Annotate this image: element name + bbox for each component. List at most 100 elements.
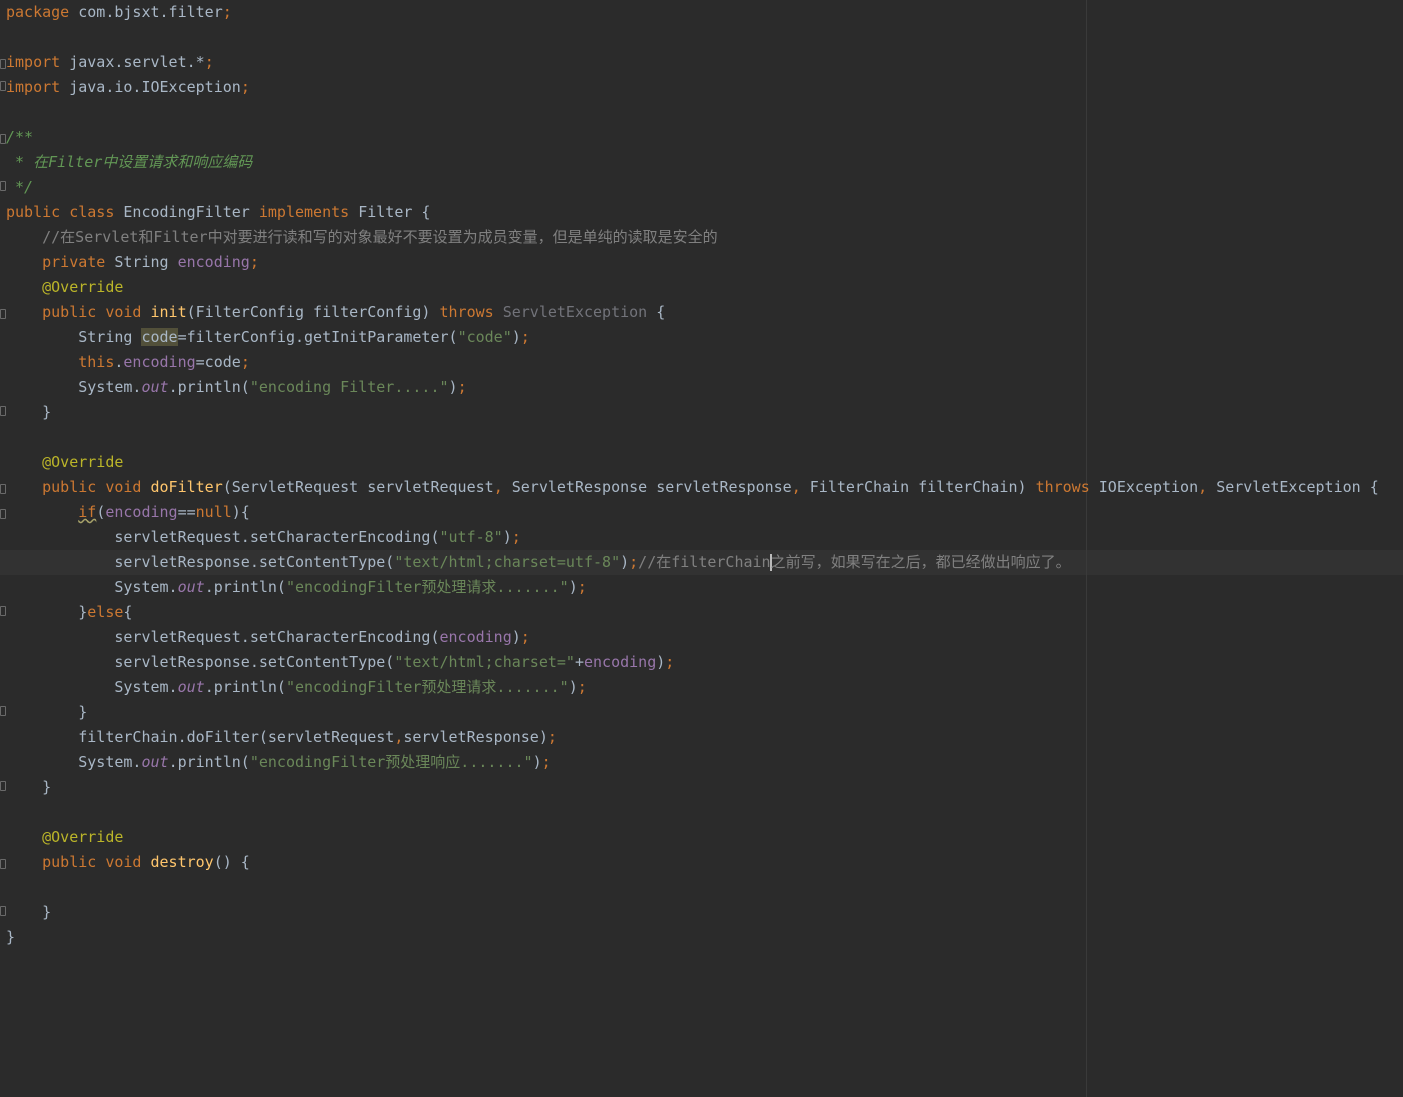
fold-open-icon[interactable] — [0, 484, 6, 494]
code-line[interactable]: import java.io.IOException; — [0, 75, 1403, 100]
code-line[interactable]: } — [6, 925, 1403, 950]
code-token: "encoding Filter....." — [249, 378, 449, 396]
code-token: @Override — [6, 278, 124, 296]
code-token: import — [6, 53, 70, 71]
code-line[interactable]: */ — [0, 175, 1403, 200]
code-line[interactable] — [6, 425, 1403, 450]
code-line[interactable]: public void destroy() { — [0, 850, 1403, 875]
code-area[interactable]: package com.bjsxt.filter; import javax.se… — [0, 0, 1403, 950]
fold-end-icon[interactable] — [0, 81, 6, 91]
code-token: "encodingFilter预处理请求......." — [285, 678, 569, 696]
code-line[interactable]: System.out.println("encoding Filter.....… — [6, 375, 1403, 400]
fold-end-icon[interactable] — [0, 406, 6, 416]
code-line[interactable]: } — [0, 775, 1403, 800]
code-token: this — [6, 353, 115, 371]
fold-open-icon[interactable] — [0, 509, 6, 519]
code-token: ) — [511, 328, 521, 346]
code-line[interactable] — [6, 800, 1403, 825]
code-token: package — [6, 3, 79, 21]
code-line[interactable]: public void init(FilterConfig filterConf… — [0, 300, 1403, 325]
code-line[interactable]: servletRequest.setCharacterEncoding("utf… — [6, 525, 1403, 550]
code-token: (FilterConfig filterConfig) — [186, 303, 440, 321]
code-line[interactable]: /** — [0, 125, 1403, 150]
fold-end-icon[interactable] — [0, 606, 6, 616]
fold-open-icon[interactable] — [0, 859, 6, 869]
code-line[interactable]: servletResponse.setContentType("text/htm… — [6, 650, 1403, 675]
code-token: .println( — [204, 678, 286, 696]
code-token: out — [177, 578, 205, 596]
code-line[interactable]: String code=filterConfig.getInitParamete… — [6, 325, 1403, 350]
code-line[interactable]: package com.bjsxt.filter; — [6, 0, 1403, 25]
code-line[interactable]: * 在Filter中设置请求和响应编码 — [6, 150, 1403, 175]
code-token: com.bjsxt.filter — [78, 3, 223, 21]
code-token: } — [6, 903, 52, 921]
code-token: , — [394, 728, 404, 746]
code-line[interactable]: servletRequest.setCharacterEncoding(enco… — [6, 625, 1403, 650]
fold-end-icon[interactable] — [0, 781, 6, 791]
code-token: ; — [629, 553, 639, 571]
code-line[interactable]: filterChain.doFilter(servletRequest,serv… — [6, 725, 1403, 750]
code-line[interactable]: public void doFilter(ServletRequest serv… — [0, 475, 1403, 500]
code-token: encoding — [123, 353, 196, 371]
code-line[interactable] — [6, 25, 1403, 50]
code-token: ) — [656, 653, 666, 671]
code-line[interactable]: System.out.println("encodingFilter预处理响应.… — [6, 750, 1403, 775]
code-line[interactable]: @Override — [6, 825, 1403, 850]
code-token: else — [87, 603, 124, 621]
code-token: ) — [502, 528, 512, 546]
code-line[interactable]: }else{ — [0, 600, 1403, 625]
code-token: "encodingFilter预处理请求......." — [285, 578, 569, 596]
code-token: ) — [448, 378, 458, 396]
fold-end-icon[interactable] — [0, 906, 6, 916]
code-token: init — [150, 303, 187, 321]
fold-open-icon[interactable] — [0, 59, 6, 69]
code-token: ; — [204, 53, 214, 71]
code-token: } — [6, 928, 16, 946]
code-line[interactable]: @Override — [6, 275, 1403, 300]
code-token: , — [791, 478, 810, 496]
code-token: if — [78, 503, 97, 521]
code-line[interactable] — [6, 875, 1403, 900]
code-line[interactable]: System.out.println("encodingFilter预处理请求.… — [6, 675, 1403, 700]
code-token: ; — [577, 578, 587, 596]
fold-end-icon[interactable] — [0, 706, 6, 716]
fold-open-icon[interactable] — [0, 134, 6, 144]
code-line[interactable]: public class EncodingFilter implements F… — [6, 200, 1403, 225]
code-token: java.io.IOException — [69, 78, 241, 96]
code-line[interactable]: private String encoding; — [6, 250, 1403, 275]
code-line[interactable]: this.encoding=code; — [6, 350, 1403, 375]
code-token: out — [141, 378, 169, 396]
code-token: "utf-8" — [439, 528, 503, 546]
code-token: throws — [1035, 478, 1099, 496]
code-token: encoding — [583, 653, 657, 671]
code-token: ) — [532, 753, 542, 771]
fold-end-icon[interactable] — [0, 181, 6, 191]
code-token: System. — [6, 578, 178, 596]
code-line[interactable]: servletResponse.setContentType("text/htm… — [6, 550, 1403, 575]
code-token: ; — [520, 328, 530, 346]
code-editor[interactable]: package com.bjsxt.filter; import javax.se… — [0, 0, 1403, 1097]
code-token: encoding — [105, 503, 178, 521]
code-line[interactable]: } — [0, 400, 1403, 425]
code-line[interactable] — [6, 100, 1403, 125]
code-token: == — [177, 503, 196, 521]
code-token: "text/html;charset=utf-8" — [394, 553, 621, 571]
code-token: ) — [568, 678, 578, 696]
code-token: .println( — [168, 753, 250, 771]
code-line[interactable]: @Override — [6, 450, 1403, 475]
code-line[interactable]: if(encoding==null){ — [0, 500, 1403, 525]
code-token: servletResponse) — [403, 728, 548, 746]
code-token: ; — [541, 753, 551, 771]
code-token: () { — [213, 853, 250, 871]
code-token: ; — [222, 3, 232, 21]
code-line[interactable]: } — [0, 900, 1403, 925]
fold-open-icon[interactable] — [0, 309, 6, 319]
code-line[interactable]: System.out.println("encodingFilter预处理请求.… — [6, 575, 1403, 600]
code-line[interactable]: } — [0, 700, 1403, 725]
code-token: ServletException — [502, 303, 648, 321]
code-token: encoding — [177, 253, 250, 271]
code-line[interactable]: import javax.servlet.*; — [0, 50, 1403, 75]
code-token: =code — [195, 353, 241, 371]
code-line[interactable]: //在Servlet和Filter中对要进行读和写的对象最好不要设置为成员变量，… — [6, 225, 1403, 250]
code-token: code — [141, 328, 178, 346]
